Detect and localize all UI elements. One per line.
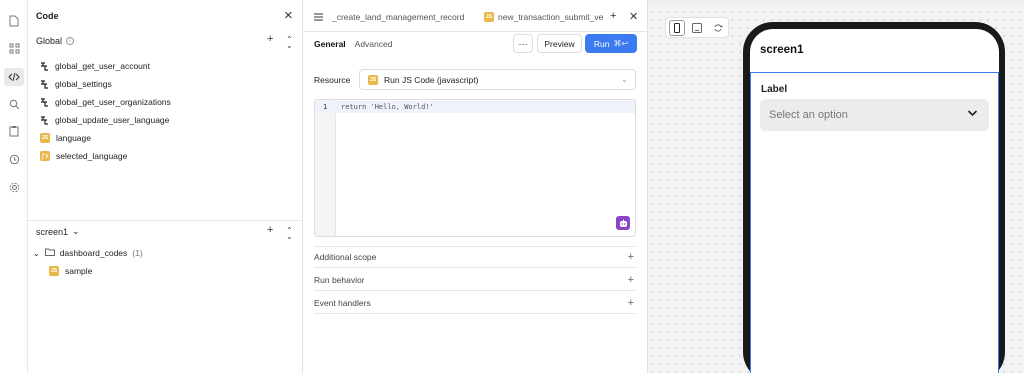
query-name: sample: [65, 266, 93, 276]
settings-icon[interactable]: [7, 180, 21, 194]
select-placeholder: Select an option: [769, 109, 848, 121]
phone-screen: screen1 Label Select an option: [750, 29, 999, 373]
list-item[interactable]: JS sample: [49, 266, 92, 276]
code-icon[interactable]: [4, 68, 24, 86]
js-icon: JS: [484, 12, 494, 22]
list-item[interactable]: JS language: [40, 129, 171, 147]
query-name: global_update_user_language: [55, 115, 170, 125]
chevron-down-icon: ⌄: [72, 226, 80, 236]
close-icon[interactable]: ✕: [284, 9, 293, 22]
code-line[interactable]: return 'Hello, World!': [341, 103, 434, 111]
folder-icon: [44, 248, 55, 258]
tab-label: new_transaction_submit_ve: [498, 12, 604, 22]
screen-body[interactable]: Label Select an option: [750, 72, 999, 373]
plus-icon: +: [627, 251, 634, 263]
mobile-view-icon[interactable]: [669, 20, 685, 36]
list-item[interactable]: global_settings: [40, 75, 171, 93]
icon-rail: [0, 0, 28, 373]
query-editor: _create_land_management_record JS new_tr…: [304, 0, 648, 373]
section-event-handlers[interactable]: Event handlers +: [314, 292, 636, 314]
chevron-down-icon: [967, 108, 978, 120]
editor-subtabs: General Advanced: [314, 39, 392, 49]
more-options-button[interactable]: ···: [513, 34, 533, 53]
query-name: language: [56, 133, 91, 143]
query-icon: [40, 79, 49, 89]
list-item[interactable]: global_update_user_language: [40, 111, 171, 129]
menu-icon[interactable]: [314, 13, 323, 23]
code-editor[interactable]: 1 return 'Hello, World!': [314, 99, 636, 237]
line-gutter: [315, 100, 336, 236]
query-name: global_get_user_organizations: [55, 97, 171, 107]
field-label: Label: [761, 84, 788, 95]
screen-selector[interactable]: screen1 ⌄: [36, 226, 80, 237]
ai-assist-icon[interactable]: [616, 216, 630, 230]
add-global-button[interactable]: +: [267, 33, 273, 45]
search-icon[interactable]: [7, 97, 21, 111]
line-number: 1: [323, 103, 328, 111]
info-icon[interactable]: i: [66, 37, 75, 45]
global-section-header: Global i: [36, 36, 75, 46]
screen-title: screen1: [760, 44, 804, 56]
section-label: Run behavior: [314, 274, 365, 285]
folder-name: dashboard_codes: [59, 248, 128, 258]
history-icon[interactable]: [7, 152, 21, 166]
components-icon[interactable]: [7, 41, 21, 55]
screen-selector-label: screen1: [36, 226, 69, 237]
list-item[interactable]: global_get_user_organizations: [40, 93, 171, 111]
query-icon: [40, 97, 49, 107]
folder-row[interactable]: ⌄ dashboard_codes (1): [33, 248, 143, 258]
code-panel: Code ✕ Global i + ⌃ ⌄ global_get_user_acc…: [28, 0, 303, 373]
resource-value: Run JS Code (javascript): [384, 74, 479, 85]
global-query-list: global_get_user_account global_settings …: [40, 57, 171, 165]
select-input[interactable]: Select an option: [760, 99, 989, 131]
device-toolbar: [665, 17, 729, 38]
divider: [28, 220, 303, 221]
section-run-behavior[interactable]: Run behavior +: [314, 269, 636, 291]
variable-icon: ƒx: [40, 151, 50, 161]
tab-advanced[interactable]: Advanced: [355, 39, 393, 49]
canvas-top-strip: [648, 0, 1024, 5]
run-button[interactable]: Run ⌘↩: [585, 34, 637, 53]
new-tab-button[interactable]: +: [610, 10, 616, 22]
editor-tabs: _create_land_management_record JS new_tr…: [304, 0, 648, 32]
js-icon: JS: [40, 133, 50, 143]
js-icon: JS: [49, 266, 59, 276]
resource-label: Resource: [314, 75, 351, 85]
close-icon[interactable]: ✕: [629, 10, 638, 23]
query-name: selected_language: [56, 151, 128, 161]
plus-icon: +: [627, 296, 634, 309]
query-icon: [40, 61, 49, 71]
run-label: Run: [593, 38, 610, 49]
resource-select[interactable]: JS Run JS Code (javascript) ⌄: [359, 69, 636, 90]
plus-icon: +: [627, 273, 634, 286]
clipboard-icon[interactable]: [7, 124, 21, 138]
list-item[interactable]: ƒx selected_language: [40, 147, 171, 165]
js-icon: JS: [368, 74, 378, 85]
tab-create-land-management-record[interactable]: _create_land_management_record: [332, 12, 464, 22]
section-additional-scope[interactable]: Additional scope +: [314, 246, 636, 268]
query-name: global_settings: [55, 79, 112, 89]
section-label: Event handlers: [314, 297, 371, 308]
tab-general[interactable]: General: [314, 39, 346, 49]
query-icon: [40, 115, 49, 125]
rotate-icon[interactable]: [710, 20, 726, 36]
file-icon[interactable]: [7, 14, 21, 28]
query-name: global_get_user_account: [55, 61, 150, 71]
chevron-down-icon: ⌄: [621, 75, 628, 84]
preview-button[interactable]: Preview: [537, 34, 582, 53]
tablet-view-icon[interactable]: [689, 20, 705, 36]
sort-icon[interactable]: ⌃ ⌄: [286, 36, 293, 50]
folder-count: (1): [132, 248, 143, 258]
panel-title: Code: [36, 11, 59, 21]
run-shortcut: ⌘↩: [613, 39, 629, 48]
section-label: Additional scope: [314, 252, 377, 262]
list-item[interactable]: global_get_user_account: [40, 57, 171, 75]
add-screen-code-button[interactable]: +: [267, 224, 273, 236]
global-label: Global: [36, 36, 63, 46]
sort-icon[interactable]: ⌃ ⌄: [286, 227, 293, 241]
tab-new-transaction-submit[interactable]: JS new_transaction_submit_ve: [484, 12, 603, 22]
chevron-down-icon: ⌄: [33, 248, 40, 258]
